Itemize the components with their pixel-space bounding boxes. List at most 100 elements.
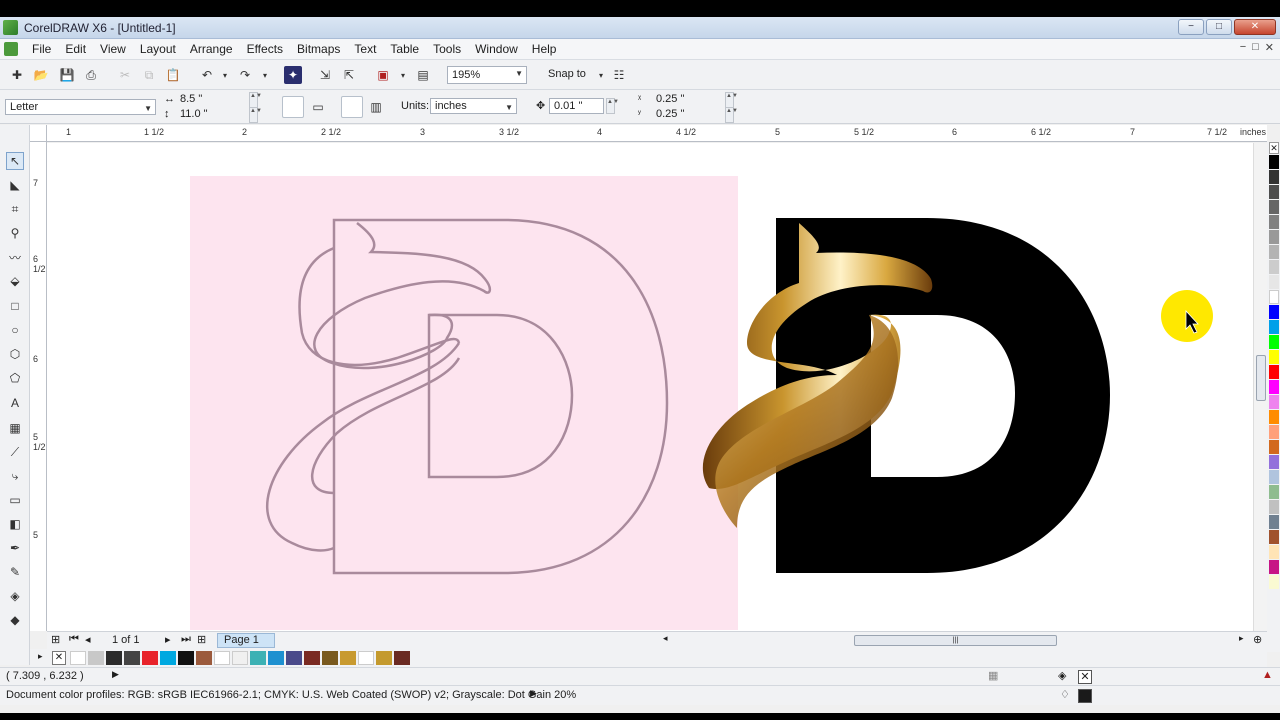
open-icon[interactable]: 📂 [32,66,50,84]
outline-color-indicator[interactable] [1078,689,1092,703]
vertical-scrollbar[interactable] [1253,143,1267,631]
document-palette-swatch[interactable] [394,651,410,665]
undo-dropdown-icon[interactable]: ▾ [216,66,234,84]
palette-swatch-cyan[interactable] [1269,320,1279,334]
paper-size-select[interactable]: Letter ▼ [5,99,156,115]
menu-tools[interactable]: Tools [433,42,461,56]
basic-shapes-tool-icon[interactable]: ⬠ [6,369,24,387]
document-palette-swatch[interactable] [214,651,230,665]
menu-view[interactable]: View [100,42,126,56]
table-tool-icon[interactable]: ▦ [6,419,24,437]
maximize-button[interactable]: □ [1206,19,1232,35]
duplicate-x-spinner[interactable]: ▲▼ [725,92,738,108]
document-palette-swatch[interactable] [376,651,392,665]
palette-swatch-gray-50[interactable] [1269,215,1279,229]
page-width-field[interactable]: 8.5 " [176,92,246,108]
palette-swatch-yellow[interactable] [1269,350,1279,364]
new-document-icon[interactable]: ✚ [8,66,26,84]
cut-icon[interactable]: ✂ [116,66,134,84]
vertical-scroll-thumb[interactable] [1256,355,1266,401]
redo-dropdown-icon[interactable]: ▾ [256,66,274,84]
scroll-left-icon[interactable]: ◂ [663,633,668,644]
document-palette-swatch[interactable] [232,651,248,665]
document-palette-swatch[interactable] [286,651,302,665]
document-palette-swatch[interactable] [142,651,158,665]
connector-tool-icon[interactable]: ⤷ [6,467,24,485]
duplicate-y-spinner[interactable]: ▲▼ [725,107,738,123]
document-palette-swatch[interactable] [160,651,176,665]
redo-icon[interactable]: ↷ [236,66,254,84]
duplicate-y-field[interactable]: 0.25 " [652,107,722,123]
interactive-fill-tool-icon[interactable]: ◆ [6,611,24,629]
palette-swatch-salmon[interactable] [1269,425,1279,439]
expand-status-icon[interactable]: ▶ [112,669,119,680]
doc-restore-button[interactable]: □ [1252,41,1259,54]
document-icon[interactable] [4,42,18,56]
duplicate-x-field[interactable]: 0.25 " [652,92,722,108]
palette-swatch-gray-70[interactable] [1269,200,1279,214]
print-icon[interactable]: ⎙ [82,66,100,84]
menu-edit[interactable]: Edit [65,42,86,56]
palette-swatch-gray-30[interactable] [1269,245,1279,259]
document-palette-swatch[interactable] [88,651,104,665]
document-color-profiles[interactable]: Document color profiles: RGB: sRGB IEC61… [6,689,576,701]
palette-swatch-violet-red[interactable] [1269,560,1279,574]
outline-tool-icon[interactable]: ✎ [6,563,24,581]
snap-dropdown-icon[interactable]: ▾ [592,66,610,84]
dimension-tool-icon[interactable]: ⟋ [6,443,24,461]
no-fill-swatch[interactable]: ✕ [52,651,66,665]
first-page-icon[interactable]: ⏮ [69,633,79,646]
nudge-distance-field[interactable]: 0.01 " [549,98,604,114]
menu-file[interactable]: File [32,42,51,56]
ruler-origin[interactable] [30,125,47,142]
page-height-field[interactable]: 11.0 " [176,107,246,123]
palette-swatch-sage[interactable] [1269,485,1279,499]
scroll-right-icon[interactable]: ▸ [1239,633,1244,644]
menu-help[interactable]: Help [532,42,557,56]
import-icon[interactable]: ⇲ [316,66,334,84]
menu-table[interactable]: Table [390,42,419,56]
palette-swatch-pink[interactable] [1269,395,1279,409]
menu-bitmaps[interactable]: Bitmaps [297,42,340,56]
menu-window[interactable]: Window [475,42,518,56]
last-page-icon[interactable]: ⏭ [181,633,191,646]
horizontal-ruler[interactable]: 1 1 1/2 2 2 1/2 3 3 1/2 4 4 1/2 5 5 1/2 … [47,125,1267,142]
blend-tool-icon[interactable]: ▭ [6,491,24,509]
paste-icon[interactable]: 📋 [164,66,182,84]
shape-tool-icon[interactable]: ◣ [6,176,24,194]
add-page-before-icon[interactable]: ⊞ [51,633,60,646]
palette-swatch-purple[interactable] [1269,455,1279,469]
document-palette-swatch[interactable] [304,651,320,665]
document-palette-swatch[interactable] [322,651,338,665]
palette-swatch-light-blue[interactable] [1269,470,1279,484]
units-select[interactable]: inches ▼ [430,98,517,114]
minimize-button[interactable]: − [1178,19,1204,35]
palette-swatch-gray-90[interactable] [1269,170,1279,184]
menu-layout[interactable]: Layout [140,42,176,56]
palette-swatch-magenta[interactable] [1269,380,1279,394]
palette-swatch-white[interactable] [1269,290,1279,304]
polygon-tool-icon[interactable]: ⬡ [6,345,24,363]
document-palette-swatch[interactable] [250,651,266,665]
page-tab[interactable]: Page 1 [217,633,275,648]
palette-swatch-sienna[interactable] [1269,530,1279,544]
palette-swatch-black[interactable] [1269,155,1279,169]
doc-minimize-button[interactable]: − [1240,41,1246,54]
next-page-icon[interactable]: ▸ [165,633,171,646]
freehand-tool-icon[interactable]: 〰 [6,248,24,266]
copy-icon[interactable]: ⧉ [140,66,158,84]
palette-swatch-gray-10[interactable] [1269,275,1279,289]
rectangle-tool-icon[interactable]: □ [6,297,24,315]
palette-swatch-slate[interactable] [1269,515,1279,529]
text-tool-icon[interactable]: A [6,394,24,412]
vertical-ruler[interactable]: 7 6 1/2 6 5 1/2 5 [30,142,47,631]
options-icon[interactable]: ☷ [610,66,628,84]
document-palette-swatch[interactable] [124,651,140,665]
save-icon[interactable]: 💾 [58,66,76,84]
doc-close-button[interactable]: ✕ [1265,41,1274,54]
drawing-canvas[interactable] [47,143,1253,631]
document-palette-swatch[interactable] [178,651,194,665]
navigator-icon[interactable]: ⊕ [1253,633,1262,646]
fill-tool-icon[interactable]: ◈ [6,587,24,605]
palette-swatch-orange[interactable] [1269,410,1279,424]
